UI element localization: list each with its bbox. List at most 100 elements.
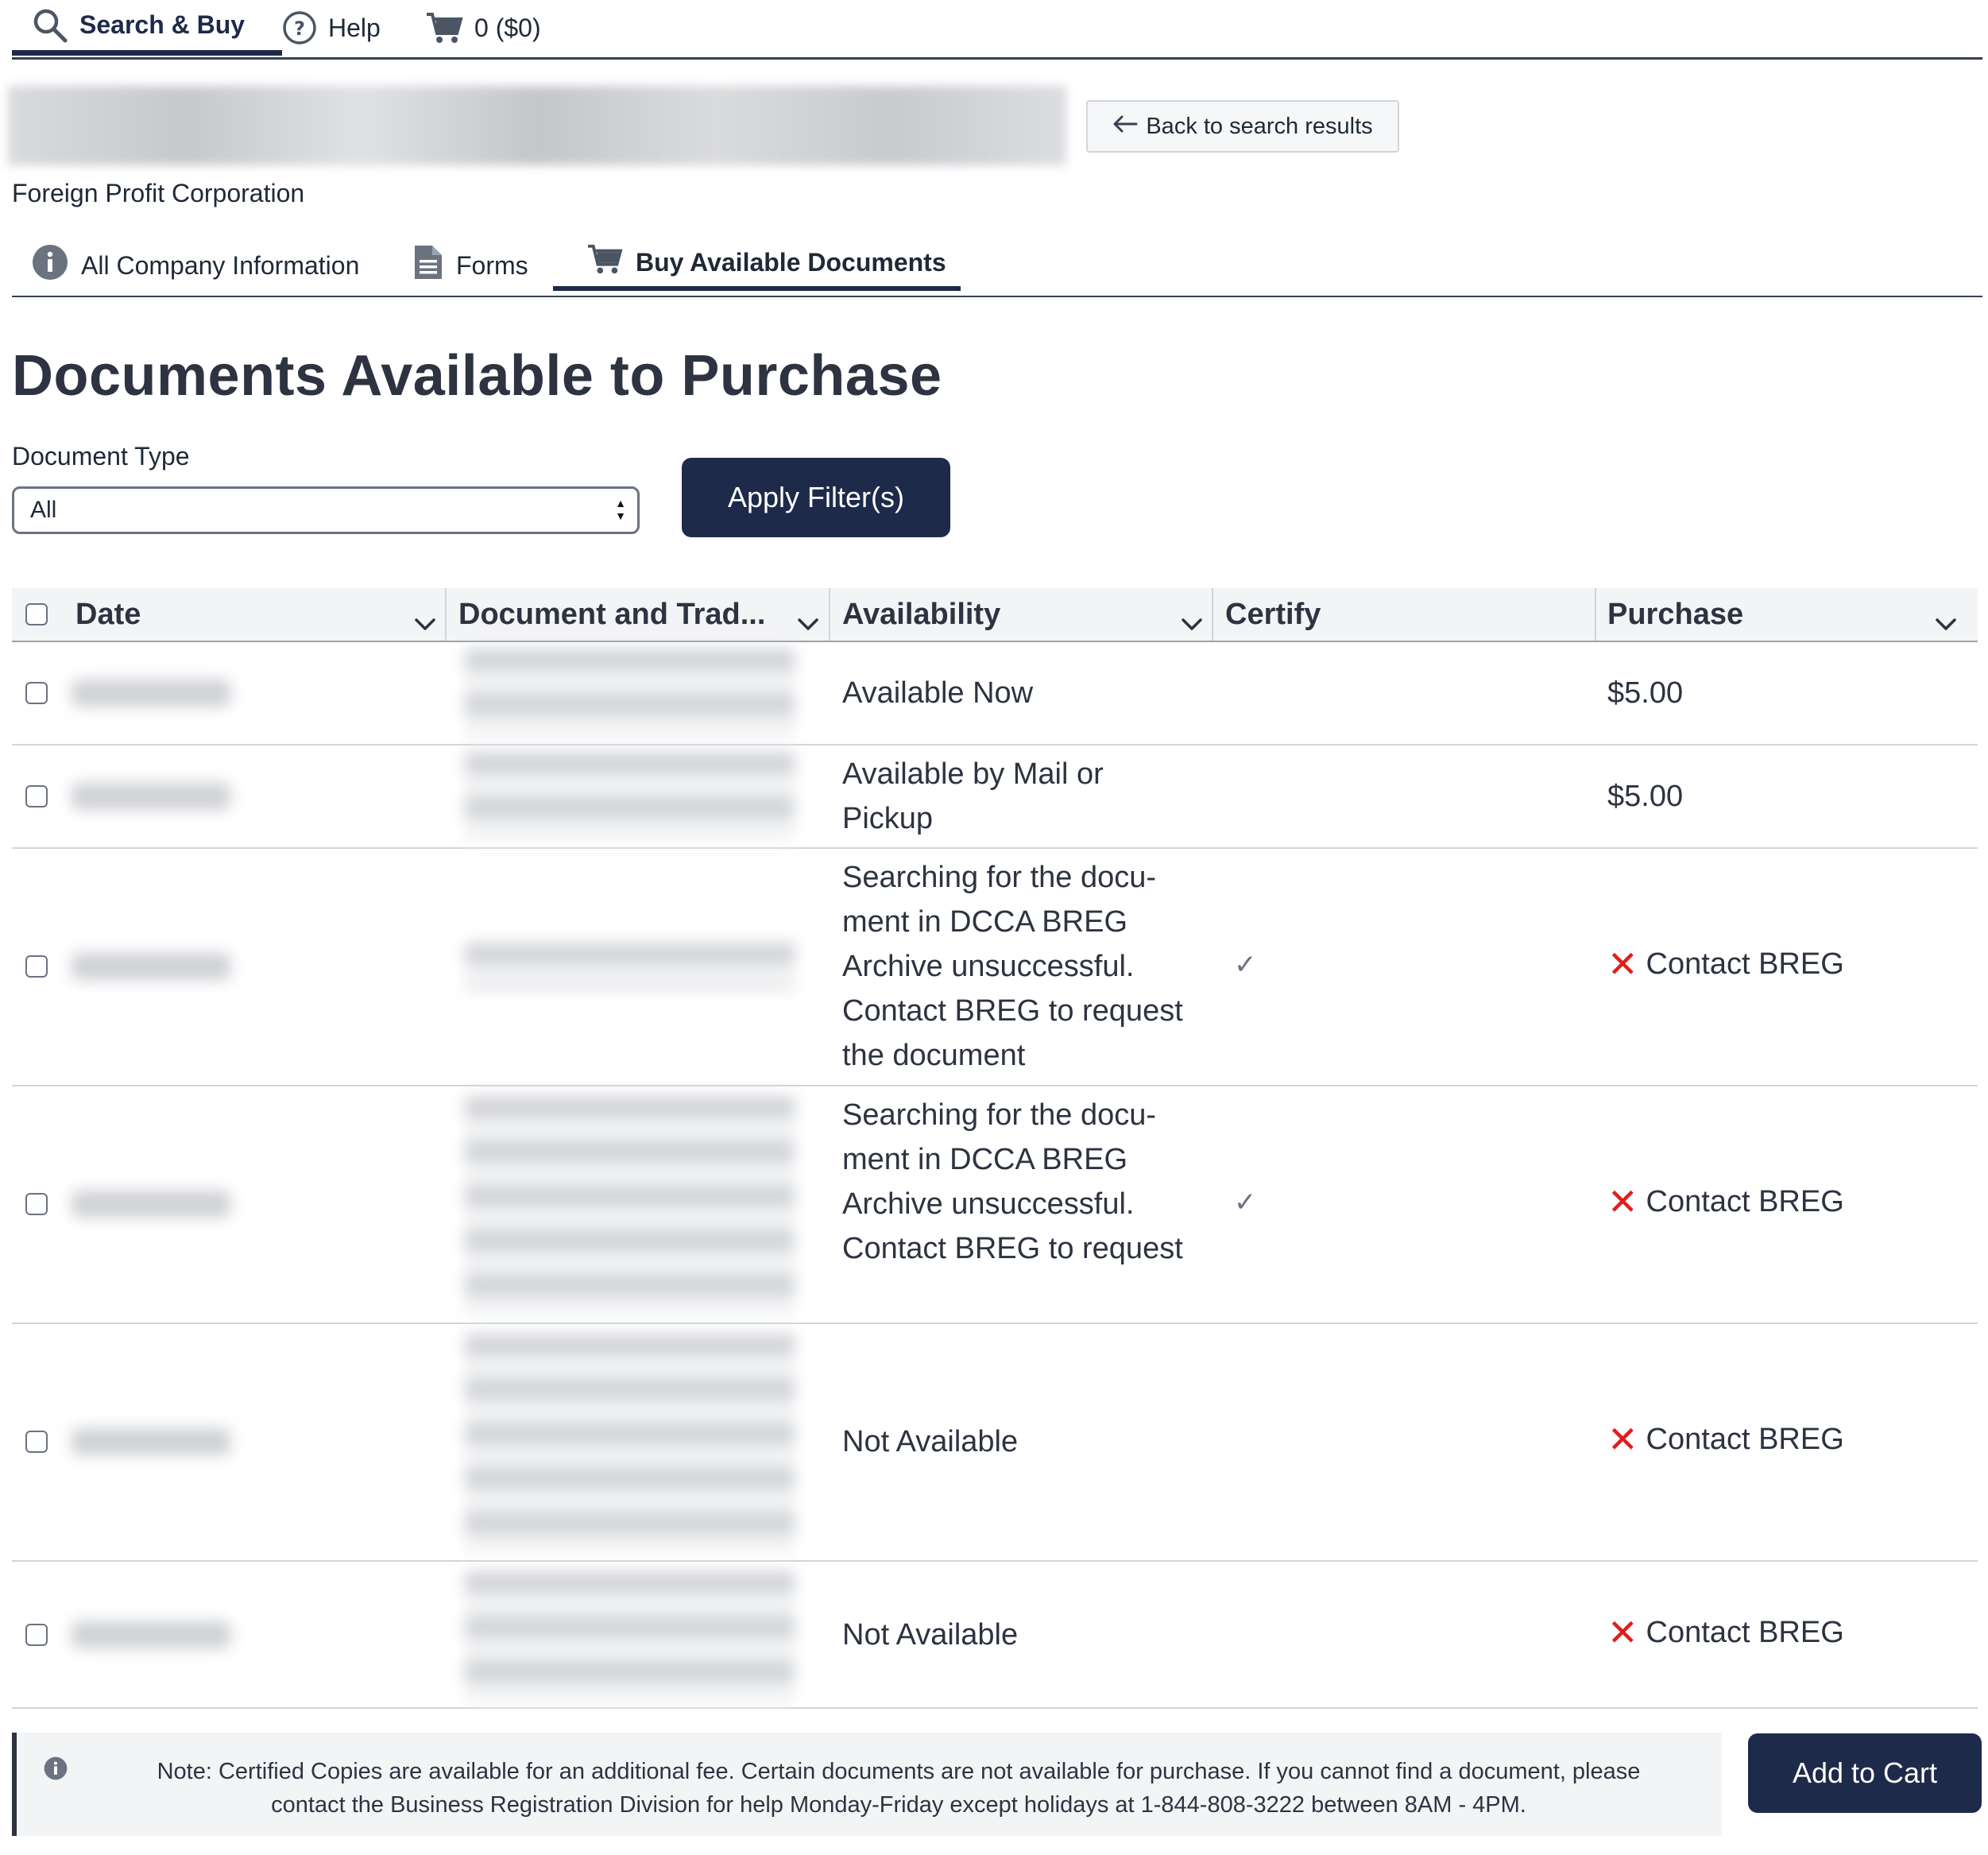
purchase-cell: $5.00 [1607,671,1683,715]
page-title: Documents Available to Purchase [12,344,942,408]
document-cell-redacted [465,1096,795,1315]
document-icon [413,244,443,287]
cart-icon [586,242,623,282]
availability-text: Available Now [842,676,1034,710]
availability-text: Contact BREG to request [842,1232,1183,1265]
date-cell-redacted [72,783,230,810]
select-all-checkbox[interactable] [25,603,48,625]
company-name-redacted [8,86,1066,165]
info-icon [44,1756,68,1784]
tab-buy-documents[interactable]: Buy Available Documents [553,238,961,291]
column-header-purchase-label: Purchase [1607,597,1744,631]
row-checkbox[interactable] [25,1431,48,1453]
column-header-certify: Certify [1225,588,1607,641]
chevron-down-icon [1935,606,1957,640]
availability-text: Archive unsuccessful. [842,950,1135,983]
contact-breg-text: Contact BREG [1646,1184,1844,1218]
add-to-cart-button[interactable]: Add to Cart [1748,1733,1982,1813]
tab-forms-label: Forms [456,250,528,280]
help-icon: ? [282,10,317,45]
document-cell-redacted [465,943,795,990]
tab-all-company-info[interactable]: All Company Information [32,238,359,292]
date-cell-redacted [72,1191,230,1218]
availability-text: Pickup [842,802,934,835]
note-text: Note: Certified Copies are available for… [80,1755,1717,1822]
search-icon [32,7,68,44]
column-header-document[interactable]: Document and Trad... [458,588,840,641]
table-row: Available Now $5.00 [12,642,1978,745]
table-row: Searching for the docu- ment in DCCA BRE… [12,1086,1978,1324]
availability-text: ment in DCCA BREG [842,1143,1127,1176]
back-to-search-button[interactable]: Back to search results [1086,100,1399,153]
table-header: Date Document and Trad... Availability C… [12,588,1978,642]
column-divider [829,588,830,641]
tab-buy-documents-label: Buy Available Documents [636,247,946,277]
svg-text:?: ? [294,17,305,40]
column-divider [1595,588,1596,641]
date-cell-redacted [72,1428,230,1455]
column-header-availability-label: Availability [842,597,1001,631]
error-x-icon: ✕ [1607,1181,1638,1222]
availability-text: the document [842,1039,1026,1072]
apply-filters-button[interactable]: Apply Filter(s) [682,458,950,537]
column-header-purchase[interactable]: Purchase [1607,588,1978,641]
purchase-cell: ✕ Contact BREG [1607,1183,1844,1220]
date-cell-redacted [72,1621,230,1648]
nav-search-buy[interactable]: Search & Buy [12,0,282,56]
availability-text: Contact BREG to request [842,994,1183,1028]
availability-cell: Searching for the docu- ment in DCCA BRE… [842,1093,1183,1276]
availability-text: Not Available [842,1618,1019,1652]
availability-cell: Searching for the docu- ment in DCCA BRE… [842,855,1183,1078]
availability-text: Not Available [842,1425,1019,1458]
purchase-cell: $5.00 [1607,774,1683,819]
availability-cell: Not Available [842,1419,1018,1464]
column-header-availability[interactable]: Availability [842,588,1224,641]
certify-checkmark-icon: ✓ [1234,950,1257,980]
table-row: Not Available ✕ Contact BREG [12,1324,1978,1562]
contact-breg-text: Contact BREG [1646,947,1844,981]
table-row: Not Available ✕ Contact BREG [12,1562,1978,1709]
nav-cart-label: 0 ($0) [474,13,541,42]
note-line: contact the Business Registration Divisi… [271,1792,1526,1818]
error-x-icon: ✕ [1607,1419,1638,1460]
column-divider [445,588,447,641]
info-icon [32,244,68,287]
error-x-icon: ✕ [1607,1612,1638,1653]
document-cell-redacted [465,1571,795,1702]
purchase-note: Note: Certified Copies are available for… [12,1733,1722,1836]
column-header-certify-label: Certify [1225,597,1321,631]
error-x-icon: ✕ [1607,943,1638,985]
nav-help[interactable]: ? Help [282,0,381,56]
purchase-cell: ✕ Contact BREG [1607,946,1844,982]
certify-checkmark-icon: ✓ [1234,1187,1257,1218]
column-divider [1212,588,1213,641]
date-cell-redacted [72,680,230,707]
chevron-down-icon [797,606,819,640]
note-line: Note: Certified Copies are available for… [157,1759,1641,1784]
page: Search & Buy ? Help 0 ($0) Back to searc… [0,0,1988,1855]
document-type-select[interactable]: All ▲ ▼ [12,486,640,534]
select-arrows-icon: ▲ ▼ [615,497,626,522]
availability-text: ment in DCCA BREG [842,905,1127,939]
availability-text: Archive unsuccessful. [842,1187,1135,1221]
row-checkbox[interactable] [25,1624,48,1646]
availability-text: Searching for the docu- [842,1098,1157,1132]
price-text: $5.00 [1607,780,1684,813]
column-header-date-label: Date [75,597,141,631]
purchase-cell: ✕ Contact BREG [1607,1614,1844,1651]
purchase-cell: ✕ Contact BREG [1607,1421,1844,1458]
table-row: Available by Mail or Pickup $5.00 [12,745,1978,849]
row-checkbox[interactable] [25,682,48,704]
column-header-date[interactable]: Date [75,588,457,641]
row-checkbox[interactable] [25,1193,48,1215]
cart-icon [425,10,463,45]
top-nav: Search & Buy ? Help 0 ($0) [12,0,1982,60]
row-checkbox[interactable] [25,955,48,978]
availability-text: Searching for the docu- [842,861,1157,894]
contact-breg-text: Contact BREG [1646,1615,1844,1649]
nav-cart[interactable]: 0 ($0) [425,0,541,56]
availability-cell: Available by Mail or Pickup [842,752,1104,841]
row-checkbox[interactable] [25,785,48,807]
date-cell-redacted [72,953,230,980]
tab-forms[interactable]: Forms [413,238,528,292]
